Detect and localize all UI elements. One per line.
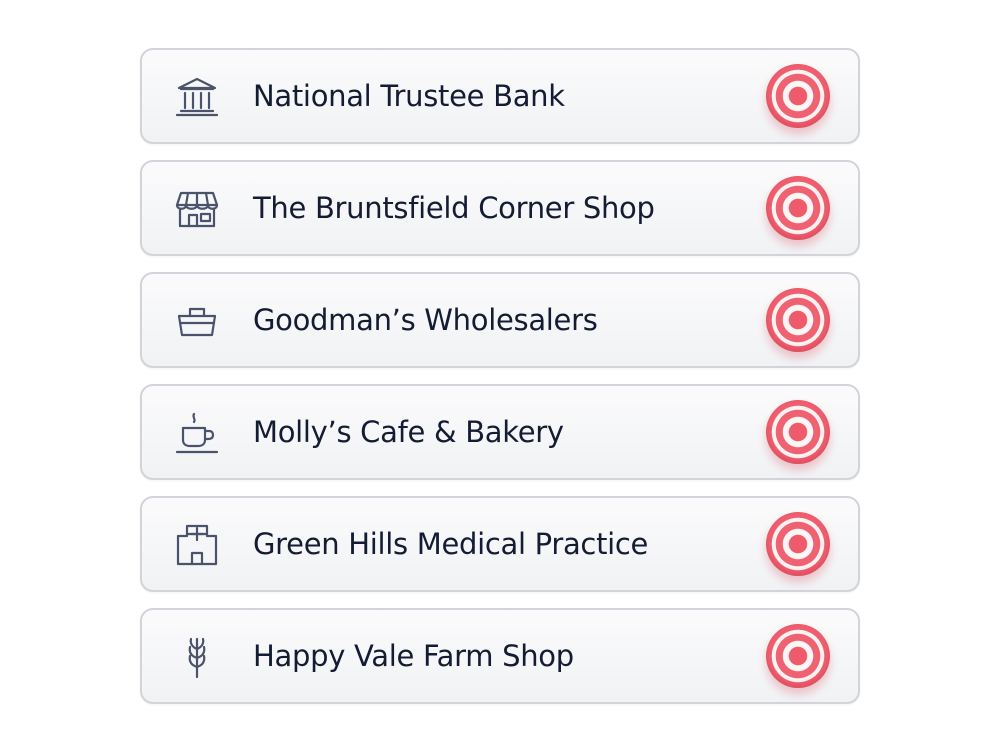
- merchant-card-mollys-cafe-bakery[interactable]: Molly’s Cafe & Bakery: [140, 384, 860, 480]
- hospital-icon: [175, 523, 219, 567]
- merchant-card-goodmans-wholesalers[interactable]: Goodman’s Wholesalers: [140, 272, 860, 368]
- merchant-card-happy-vale-farm-shop[interactable]: Happy Vale Farm Shop: [140, 608, 860, 704]
- merchant-card-green-hills-medical[interactable]: Green Hills Medical Practice: [140, 496, 860, 592]
- wheat-icon: [175, 635, 219, 679]
- coffee-cup-icon: [175, 411, 219, 455]
- storefront-icon: [175, 187, 219, 231]
- merchant-card-bruntsfield-corner-shop[interactable]: The Bruntsfield Corner Shop: [140, 160, 860, 256]
- target-icon[interactable]: [766, 400, 830, 464]
- target-icon[interactable]: [766, 624, 830, 688]
- merchant-name: The Bruntsfield Corner Shop: [253, 191, 655, 225]
- target-icon[interactable]: [766, 64, 830, 128]
- bank-icon: [175, 75, 219, 119]
- basket-icon: [175, 299, 219, 343]
- merchant-name: National Trustee Bank: [253, 79, 565, 113]
- merchant-list: National Trustee Bank The Bruntsfield Co…: [140, 48, 860, 720]
- merchant-name: Green Hills Medical Practice: [253, 527, 649, 561]
- target-icon[interactable]: [766, 512, 830, 576]
- target-icon[interactable]: [766, 176, 830, 240]
- merchant-name: Happy Vale Farm Shop: [253, 639, 574, 673]
- merchant-card-national-trustee-bank[interactable]: National Trustee Bank: [140, 48, 860, 144]
- merchant-name: Molly’s Cafe & Bakery: [253, 415, 564, 449]
- merchant-name: Goodman’s Wholesalers: [253, 303, 598, 337]
- target-icon[interactable]: [766, 288, 830, 352]
